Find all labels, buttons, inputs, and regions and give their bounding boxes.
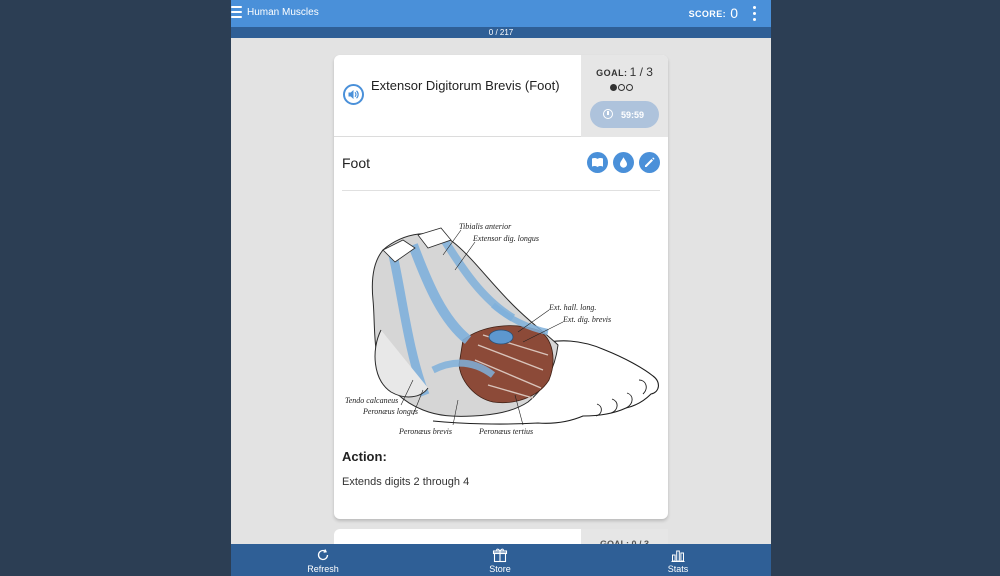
more-options-icon[interactable] xyxy=(753,6,757,21)
goal-dot xyxy=(610,84,617,91)
action-label: Action: xyxy=(342,449,387,464)
card-header: Extensor Digitorum Brevis (Foot) GOAL: 1 … xyxy=(334,55,668,137)
nav-stats-label: Stats xyxy=(667,564,689,574)
timer-text: 59:59 xyxy=(621,110,645,120)
goal-label: GOAL: 1 / 3 xyxy=(581,65,668,79)
progress-text: 0 / 217 xyxy=(488,28,514,37)
goal-dots xyxy=(610,84,634,92)
water-drop-icon xyxy=(620,157,627,168)
timer-button[interactable]: 59:59 xyxy=(590,101,659,128)
book-button[interactable] xyxy=(587,152,608,173)
label-ext-dig-brevis: Ext. dig. brevis xyxy=(562,315,611,324)
bar-chart-icon xyxy=(671,550,685,562)
label-ext-hall-long: Ext. hall. long. xyxy=(548,303,596,312)
goal-dot xyxy=(618,84,625,91)
label-extensor-dig-longus: Extensor dig. longus xyxy=(472,234,539,243)
flashcard: Extensor Digitorum Brevis (Foot) GOAL: 1 … xyxy=(334,55,668,519)
label-tendo-calcaneus: Tendo calcaneus xyxy=(345,396,398,405)
edit-button[interactable] xyxy=(639,152,660,173)
drop-button[interactable] xyxy=(613,152,634,173)
app-window: Human Muscles SCORE: 0 0 / 217 Extensor … xyxy=(231,0,771,576)
bottom-nav: Refresh Store Stats xyxy=(231,544,771,576)
app-title: Human Muscles xyxy=(247,7,319,18)
progress-bar: 0 / 217 xyxy=(231,27,771,38)
pencil-icon xyxy=(645,157,655,167)
nav-refresh-label: Refresh xyxy=(307,564,339,574)
goal-value: 1 / 3 xyxy=(629,65,653,79)
nav-stats[interactable]: Stats xyxy=(638,544,718,576)
label-peronaeus-longus: Peronæus longus xyxy=(362,407,418,416)
goal-panel: GOAL: 1 / 3 59:59 xyxy=(581,55,668,137)
divider xyxy=(342,190,660,191)
refresh-icon xyxy=(317,549,329,561)
label-peronaeus-brevis: Peronæus brevis xyxy=(398,427,452,436)
nav-store-label: Store xyxy=(489,564,511,574)
score-label: SCORE: xyxy=(688,9,726,19)
score-value: 0 xyxy=(730,5,738,21)
action-text: Extends digits 2 through 4 xyxy=(342,476,470,488)
label-peronaeus-tertius: Peronæus tertius xyxy=(478,427,533,436)
nav-refresh[interactable]: Refresh xyxy=(283,544,363,576)
section-title: Foot xyxy=(342,155,371,171)
muscle-name: Extensor Digitorum Brevis (Foot) xyxy=(371,78,560,93)
top-bar: Human Muscles SCORE: 0 xyxy=(231,0,771,27)
nav-store[interactable]: Store xyxy=(460,544,540,576)
hamburger-menu-icon[interactable] xyxy=(231,6,243,20)
foot-anatomy-illustration: Tibialis anterior Extensor dig. longus E… xyxy=(345,222,659,436)
goal-dot xyxy=(626,84,633,91)
clock-icon xyxy=(603,109,613,119)
label-tibialis-anterior: Tibialis anterior xyxy=(459,222,512,231)
book-icon xyxy=(592,157,603,167)
goal-label-text: GOAL: xyxy=(596,68,628,78)
speaker-icon[interactable] xyxy=(343,84,364,105)
gift-icon xyxy=(492,548,508,563)
